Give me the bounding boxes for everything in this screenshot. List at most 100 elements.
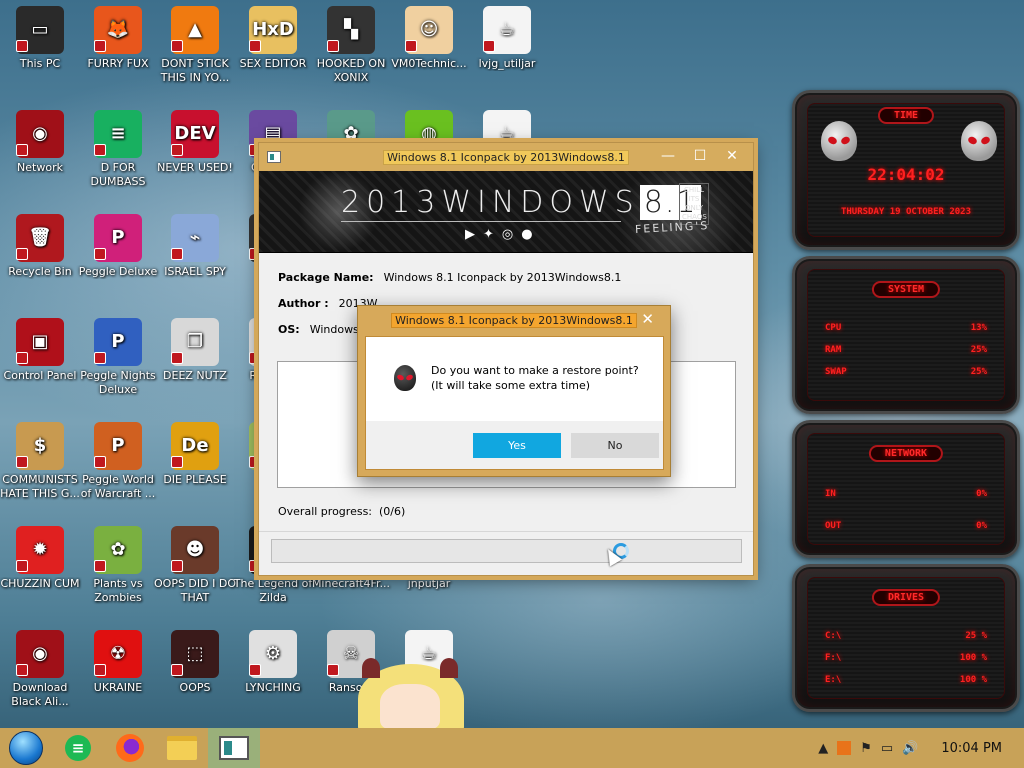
shortcut-arrow-icon bbox=[16, 560, 28, 572]
desktop-icon-label: This PC bbox=[19, 57, 61, 70]
github-icon: ● bbox=[521, 227, 533, 242]
desktop-icon-die-please[interactable]: De DIE PLEASE bbox=[155, 422, 235, 518]
desktop-icon-oops[interactable]: ⬚ OOPS bbox=[155, 630, 235, 726]
start-orb-icon bbox=[9, 731, 43, 765]
date-value: THURSDAY 19 OCTOBER 2023 bbox=[840, 207, 972, 217]
minimize-button[interactable]: — bbox=[655, 146, 681, 166]
shortcut-arrow-icon bbox=[16, 352, 28, 364]
recycle-bin-icon: 🗑 bbox=[16, 214, 64, 262]
progress-bar bbox=[271, 539, 742, 563]
taskbar-installer[interactable] bbox=[208, 728, 260, 768]
clock[interactable]: 10:04 PM bbox=[941, 741, 1002, 756]
ivjg-utiljar-icon: ☕ bbox=[483, 6, 531, 54]
desktop-icon-vm0technic[interactable]: ☺ VM0Technic... bbox=[389, 6, 469, 102]
desktop-icon-control-panel[interactable]: ▣ Control Panel bbox=[0, 318, 80, 414]
volume-icon[interactable]: 🔊 bbox=[902, 741, 918, 756]
no-button[interactable]: No bbox=[571, 433, 659, 458]
desktop-icon-this-pc[interactable]: ▭ This PC bbox=[0, 6, 80, 102]
desktop-icon-ukraine[interactable]: ☢ UKRAINE bbox=[78, 630, 158, 726]
swap-label: SWAP bbox=[825, 367, 847, 377]
package-name-row: Package Name: Windows 8.1 Iconpack by 20… bbox=[278, 271, 734, 297]
oops-icon: ⬚ bbox=[171, 630, 219, 678]
desktop-icon-chuzzin-cum[interactable]: ✹ CHUZZIN CUM bbox=[0, 526, 80, 622]
dialog-close-button[interactable]: ✕ bbox=[641, 310, 654, 328]
sex-editor-icon: HxD bbox=[249, 6, 297, 54]
alien-icon bbox=[394, 365, 416, 391]
shortcut-arrow-icon bbox=[171, 144, 183, 156]
desktop-icon-peggle-nights[interactable]: P Peggle Nights Deluxe bbox=[78, 318, 158, 414]
shortcut-arrow-icon bbox=[405, 40, 417, 52]
ram-label: RAM bbox=[825, 345, 842, 355]
d-for-dumbass-icon: ≡ bbox=[94, 110, 142, 158]
network-tray-icon[interactable]: ▭ bbox=[881, 741, 893, 756]
desktop-icon-deez-nutz[interactable]: ❐ DEEZ NUTZ bbox=[155, 318, 235, 414]
desktop-icon-recycle-bin[interactable]: 🗑 Recycle Bin bbox=[0, 214, 80, 310]
author-key: Author : bbox=[278, 297, 329, 310]
peggle-world-icon: P bbox=[94, 422, 142, 470]
desktop-icon-label: Peggle Nights Deluxe bbox=[80, 369, 156, 396]
firefox-icon bbox=[116, 734, 144, 762]
desktop-icon-israel-spy[interactable]: ⌁ ISRAEL SPY bbox=[155, 214, 235, 310]
os-key: OS: bbox=[278, 323, 300, 336]
twitter-icon: ✦ bbox=[483, 227, 494, 242]
desktop-icon-label: Download Black Ali... bbox=[11, 681, 69, 708]
desktop-icon-peggle-world[interactable]: P Peggle World of Warcraft ... bbox=[78, 422, 158, 518]
shortcut-arrow-icon bbox=[171, 352, 183, 364]
desktop-icon-ivjg-utiljar[interactable]: ☕ lvjg_utiljar bbox=[467, 6, 547, 102]
shortcut-arrow-icon bbox=[249, 664, 261, 676]
desktop-icon-never-used[interactable]: DEV NEVER USED! bbox=[155, 110, 235, 206]
desktop-icon-lynching[interactable]: ⚙ LYNCHING bbox=[233, 630, 313, 726]
instagram-icon: ◎ bbox=[501, 227, 514, 242]
os-value: Windows bbox=[309, 323, 359, 336]
desktop-icon-download-black-ali[interactable]: ◉ Download Black Ali... bbox=[0, 630, 80, 726]
close-button[interactable]: ✕ bbox=[719, 146, 745, 166]
dialog-titlebar[interactable]: Windows 8.1 Iconpack by 2013Windows8.1 ✕ bbox=[358, 306, 670, 334]
tray-app-icon[interactable] bbox=[837, 741, 852, 755]
network-icon: ◉ bbox=[16, 110, 64, 158]
dont-stick-icon: ▲ bbox=[171, 6, 219, 54]
desktop-icon-furry-fux[interactable]: 🦊 FURRY FUX bbox=[78, 6, 158, 102]
ram-value: 25% bbox=[970, 345, 987, 355]
desktop-icon-dont-stick[interactable]: ▲ DONT STICK THIS IN YO... bbox=[155, 6, 235, 102]
installer-title: Windows 8.1 Iconpack by 2013Windows8.1 bbox=[383, 149, 629, 165]
package-name-key: Package Name: bbox=[278, 271, 374, 284]
desktop-icon-label: SEX EDITOR bbox=[239, 57, 307, 70]
folder-icon bbox=[167, 736, 197, 760]
taskbar-firefox[interactable] bbox=[104, 728, 156, 768]
notes-icon: ≡ bbox=[65, 735, 91, 761]
installer-titlebar[interactable]: Windows 8.1 Iconpack by 2013Windows8.1 —… bbox=[259, 143, 753, 171]
israel-spy-icon: ⌁ bbox=[171, 214, 219, 262]
system-tray: ▲ ⚑ ▭ 🔊 10:04 PM bbox=[818, 728, 1024, 768]
desktop-icon-oops-did-i[interactable]: ☻ OOPS DID I DO THAT bbox=[154, 526, 236, 622]
desktop-icon-label: ISRAEL SPY bbox=[164, 265, 226, 278]
desktop-icon-network[interactable]: ◉ Network bbox=[0, 110, 80, 206]
desktop-icon-communists[interactable]: $ COMMUNISTS HATE THIS G... bbox=[0, 422, 80, 518]
plants-vs-zombies-icon: ✿ bbox=[94, 526, 142, 574]
yes-button[interactable]: Yes bbox=[473, 433, 561, 458]
desktop-icon-label: The Legend of Zilda bbox=[233, 577, 313, 604]
desktop-icon-plants-vs-zombies[interactable]: ✿ Plants vs Zombies bbox=[78, 526, 158, 622]
taskbar-notes[interactable]: ≡ bbox=[52, 728, 104, 768]
taskbar-file-explorer[interactable] bbox=[156, 728, 208, 768]
communists-icon: $ bbox=[16, 422, 64, 470]
desktop-icon-sex-editor[interactable]: HxD SEX EDITOR bbox=[233, 6, 313, 102]
cpu-value: 13% bbox=[970, 323, 987, 333]
desktop-icon-d-for-dumbass[interactable]: ≡ D FOR DUMBASS bbox=[78, 110, 158, 206]
desktop-icon-hooked-on-xonix[interactable]: ▚ HOOKED ON XONIX bbox=[311, 6, 391, 102]
shortcut-arrow-icon bbox=[483, 40, 495, 52]
overall-progress: Overall progress: (0/6) bbox=[278, 505, 406, 518]
desktop-icon-label: Peggle Deluxe bbox=[78, 265, 158, 278]
start-button[interactable] bbox=[0, 728, 52, 768]
tray-up-arrow-icon[interactable]: ▲ bbox=[818, 741, 828, 756]
system-label: SYSTEM bbox=[871, 281, 941, 298]
desktop-icon-label: Network bbox=[17, 161, 63, 174]
banner-brand: 2013WINDOWS 8.1 bbox=[341, 185, 702, 220]
desktop-icon-peggle-deluxe[interactable]: P Peggle Deluxe bbox=[78, 214, 158, 310]
action-center-flag-icon[interactable]: ⚑ bbox=[860, 741, 872, 756]
desktop-icon-label: DIE PLEASE bbox=[163, 473, 227, 486]
network-label: NETWORK bbox=[868, 445, 944, 462]
drive-f-value: 100 % bbox=[959, 653, 987, 663]
shortcut-arrow-icon bbox=[171, 560, 183, 572]
maximize-button[interactable]: ☐ bbox=[687, 146, 713, 166]
desktop-icon-label: Recycle Bin bbox=[8, 265, 72, 278]
